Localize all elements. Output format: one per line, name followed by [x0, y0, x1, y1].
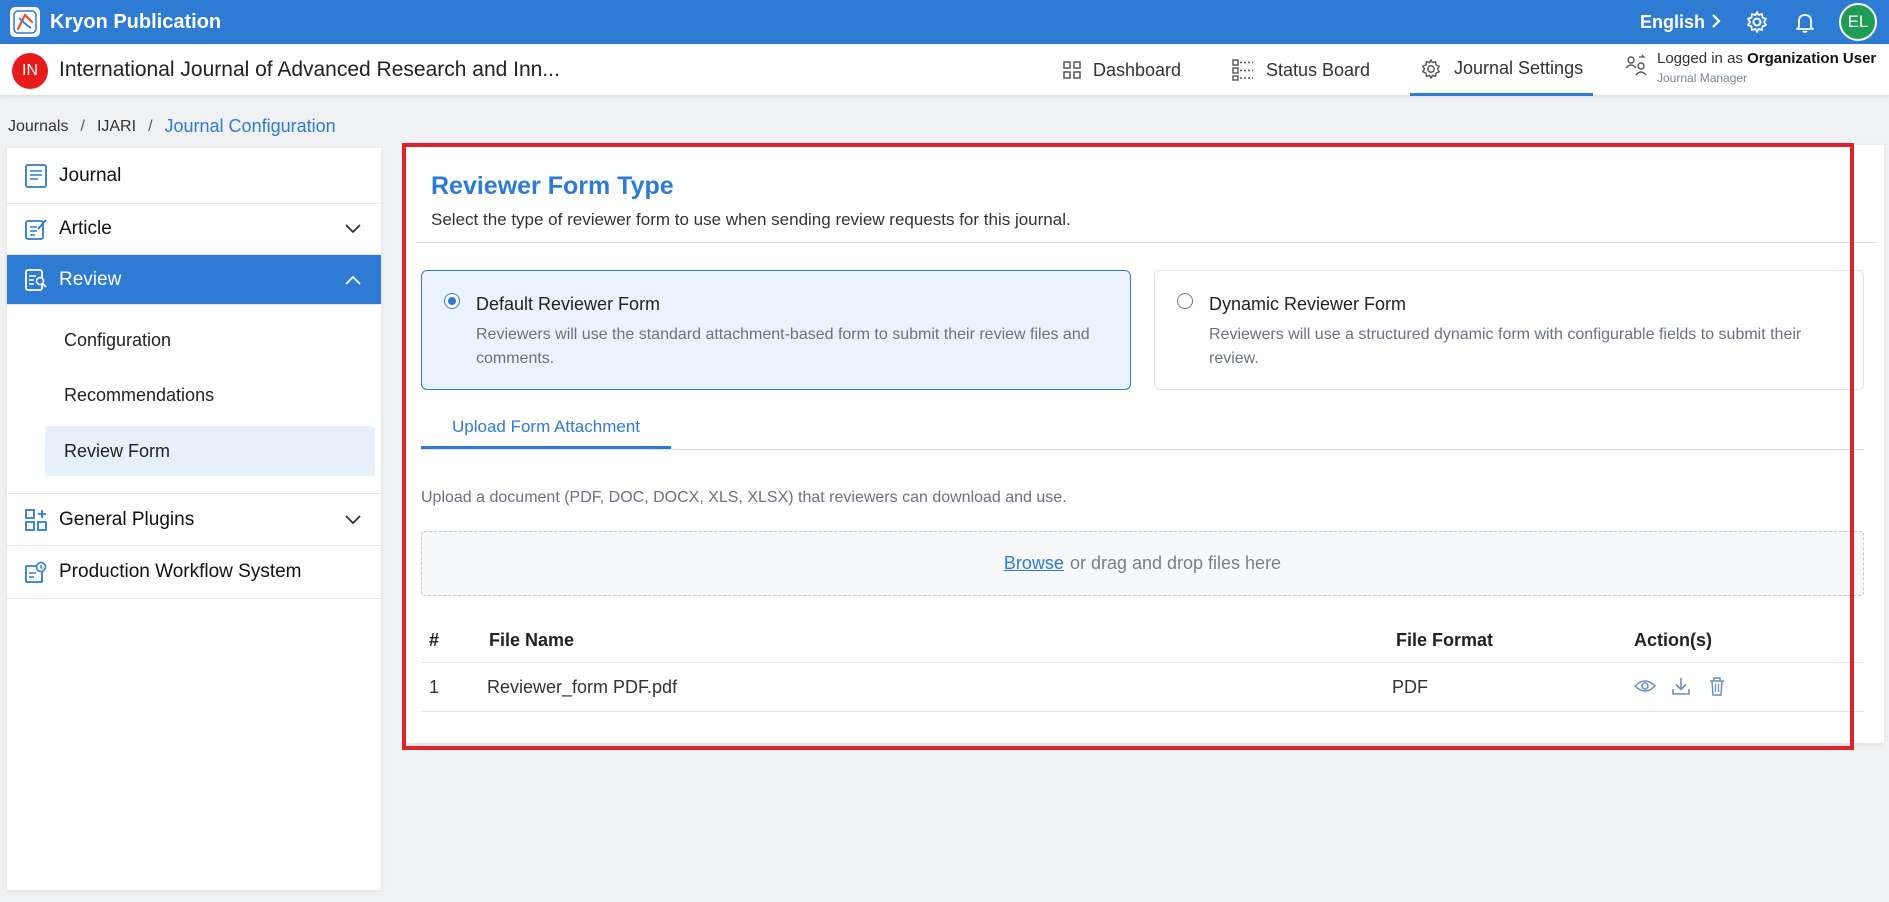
bell-icon[interactable] — [1791, 8, 1819, 36]
journal-header: IN International Journal of Advanced Res… — [0, 44, 1889, 96]
chevron-right-icon — [1711, 11, 1721, 34]
file-dropzone[interactable]: Browse or drag and drop files here — [421, 531, 1864, 596]
sidebar-sub-review-form[interactable]: Review Form — [45, 426, 375, 476]
breadcrumb-ijari[interactable]: IJARI — [97, 118, 136, 136]
table-header-file-name: File Name — [489, 630, 575, 650]
breadcrumb-separator: / — [80, 117, 85, 135]
table-header-number: # — [429, 630, 440, 650]
sidebar-item-article[interactable]: Article — [7, 204, 381, 255]
sidebar: Journal Article Review Configuration Rec… — [7, 148, 381, 890]
chevron-up-icon — [345, 275, 361, 285]
breadcrumb-separator: / — [148, 117, 153, 135]
sidebar-item-journal[interactable]: Journal — [7, 148, 381, 204]
article-icon — [24, 217, 48, 241]
option-description: Reviewers will use a structured dynamic … — [1209, 326, 1802, 367]
page-title: Reviewer Form Type — [431, 172, 674, 200]
browse-link[interactable]: Browse — [1004, 553, 1064, 574]
tab-divider — [421, 449, 1864, 450]
table-row-divider — [421, 662, 1864, 663]
sidebar-item-label: General Plugins — [59, 508, 195, 530]
gear-icon — [1420, 58, 1442, 80]
status-board-icon — [1232, 59, 1254, 81]
top-bar: Kryon Publication English EL — [0, 0, 1889, 44]
trash-icon[interactable] — [1706, 675, 1728, 697]
chevron-down-icon — [345, 514, 361, 525]
option-description: Reviewers will use the standard attachme… — [476, 326, 1090, 367]
table-row-actions — [1634, 675, 1742, 697]
divider — [416, 242, 1876, 243]
workflow-icon — [24, 560, 48, 584]
download-icon[interactable] — [1670, 675, 1692, 697]
sidebar-sub-configuration[interactable]: Configuration — [45, 321, 375, 359]
journal-badge: IN — [12, 53, 48, 89]
table-row-divider — [421, 711, 1864, 712]
table-cell-number: 1 — [429, 677, 440, 697]
option-default-reviewer-form[interactable]: Default Reviewer Form Reviewers will use… — [421, 270, 1131, 390]
view-eye-icon[interactable] — [1634, 675, 1656, 697]
settings-gear-icon[interactable] — [1743, 8, 1771, 36]
users-switch-icon — [1625, 54, 1647, 81]
page-subtitle: Select the type of reviewer form to use … — [431, 210, 1071, 229]
sidebar-item-label: Journal — [59, 164, 122, 186]
sidebar-item-production-workflow[interactable]: Production Workflow System — [7, 546, 381, 599]
nav-dashboard[interactable]: Dashboard — [1063, 44, 1181, 96]
language-selector[interactable]: English — [1640, 11, 1721, 34]
table-cell-file-format: PDF — [1392, 677, 1428, 697]
login-line: Logged in as Organization User — [1657, 50, 1876, 67]
option-dynamic-reviewer-form[interactable]: Dynamic Reviewer Form Reviewers will use… — [1154, 270, 1864, 390]
radio-dynamic-form[interactable] — [1177, 293, 1193, 309]
journal-title: International Journal of Advanced Resear… — [59, 58, 560, 81]
brand[interactable]: Kryon Publication — [10, 7, 221, 37]
review-icon — [24, 268, 48, 292]
nav-status-board-label: Status Board — [1266, 59, 1371, 80]
login-prefix: Logged in as — [1657, 50, 1743, 67]
language-label: English — [1639, 11, 1705, 32]
sidebar-item-label: Production Workflow System — [59, 561, 302, 582]
dropzone-text: or drag and drop files here — [1069, 553, 1282, 573]
option-title: Default Reviewer Form — [476, 294, 661, 314]
breadcrumb: Journals / IJARI / Journal Configuration — [8, 116, 336, 137]
nav-journal-settings[interactable]: Journal Settings — [1410, 44, 1594, 96]
sidebar-item-review[interactable]: Review — [7, 255, 381, 305]
nav-journal-settings-label: Journal Settings — [1454, 58, 1584, 78]
tab-upload-form-attachment[interactable]: Upload Form Attachment — [421, 407, 671, 449]
nav-status-board[interactable]: Status Board — [1232, 44, 1370, 96]
sidebar-sub-recommendations[interactable]: Recommendations — [45, 376, 375, 414]
breadcrumb-journals[interactable]: Journals — [8, 118, 68, 136]
login-info: Logged in as Organization User Journal M… — [1625, 50, 1876, 85]
grid-icon — [1063, 61, 1081, 79]
table-cell-file-name: Reviewer_form PDF.pdf — [487, 677, 678, 697]
user-avatar[interactable]: EL — [1839, 3, 1877, 41]
table-header-file-format: File Format — [1396, 630, 1494, 650]
journal-icon — [24, 163, 48, 189]
brand-name: Kryon Publication — [50, 10, 222, 33]
sidebar-item-general-plugins[interactable]: General Plugins — [7, 493, 381, 546]
nav-dashboard-label: Dashboard — [1093, 59, 1182, 80]
table-header-actions: Action(s) — [1634, 630, 1712, 650]
option-title: Dynamic Reviewer Form — [1209, 294, 1407, 314]
kryon-logo-icon — [10, 7, 40, 37]
radio-default-form[interactable] — [444, 293, 460, 309]
plugins-icon — [24, 508, 48, 532]
sidebar-item-label: Review — [59, 268, 122, 290]
breadcrumb-current: Journal Configuration — [164, 116, 336, 136]
upload-help-text: Upload a document (PDF, DOC, DOCX, XLS, … — [421, 489, 1067, 506]
chevron-down-icon — [345, 224, 361, 234]
login-role: Journal Manager — [1657, 71, 1748, 85]
login-user: Organization User — [1747, 50, 1877, 67]
main-content: Reviewer Form Type Select the type of re… — [404, 145, 1884, 743]
sidebar-item-label: Article — [59, 218, 112, 239]
